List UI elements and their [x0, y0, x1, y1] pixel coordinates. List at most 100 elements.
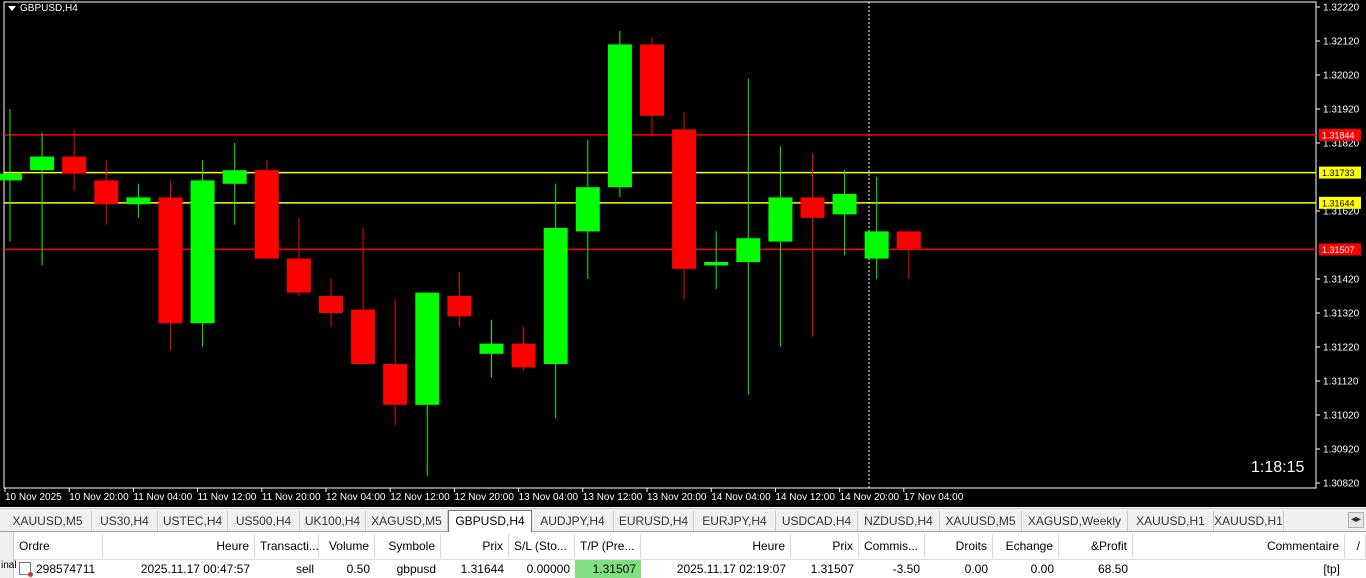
time-tick-label: 13 Nov 12:00 [583, 492, 643, 503]
tab-nzdusd-h4[interactable]: NZDUSD,H4 [858, 511, 940, 531]
time-tick-label: 14 Nov 04:00 [711, 492, 771, 503]
candle-body [30, 156, 55, 171]
price-tick-label: 1.32020 [1323, 71, 1360, 82]
tab-xauusd-m5[interactable]: XAUUSD,M5 [4, 511, 92, 531]
candle-body [126, 197, 151, 205]
price-tick-label: 1.31420 [1323, 275, 1360, 286]
price-tick-label: 1.31020 [1323, 411, 1360, 422]
price-tick-label: 1.31320 [1323, 309, 1360, 320]
column-header[interactable]: Heure [641, 534, 791, 558]
candle-body [896, 231, 921, 249]
tab-gbpusd-h4[interactable]: GBPUSD,H4 [448, 510, 532, 532]
tab-xauusd-m5[interactable]: XAUUSD,M5 [940, 511, 1022, 531]
candle-body [62, 156, 87, 174]
tab-eurjpy-h4[interactable]: EURJPY,H4 [694, 511, 776, 531]
candle-body [158, 197, 183, 324]
column-header[interactable]: Ordre [14, 534, 103, 558]
column-header[interactable]: Prix [791, 534, 859, 558]
candle-body [736, 238, 761, 262]
tab-usdcad-h4[interactable]: USDCAD,H4 [776, 511, 858, 531]
price-tick-label: 1.30920 [1323, 445, 1360, 456]
tab-ustec-h4[interactable]: USTEC,H4 [158, 511, 228, 531]
column-header[interactable]: Commis... [859, 534, 925, 558]
cell-profit: 68.50 [1097, 562, 1128, 576]
time-tick-label: 14 Nov 12:00 [775, 492, 835, 503]
candle-body [575, 187, 600, 232]
tabs-scroll-arrows-icon[interactable]: ◂▸ [1348, 512, 1364, 528]
price-chart[interactable]: 1.32220 1.32120 1.32020 1.31920 1.31820 1.316… [0, 0, 1366, 507]
time-tick-label: 12 Nov 20:00 [454, 492, 514, 503]
column-header[interactable]: / [1345, 534, 1366, 558]
time-tick-label: 14 Nov 20:00 [840, 492, 900, 503]
tab-xagusd-weekly[interactable]: XAGUSD,Weekly [1022, 511, 1128, 531]
candle-body [351, 309, 376, 364]
price-tick-label: 1.31120 [1323, 377, 1359, 388]
price-tick-label: 1.30820 [1323, 479, 1360, 490]
candle-body [479, 343, 504, 354]
candle-body [832, 194, 857, 215]
price-level-tag-label: 1.31733 [1322, 168, 1355, 178]
terminal-panel: inal Ordre Heure Transacti... Volume Symbole… [0, 532, 1366, 578]
tab-xauusd-h1[interactable]: XAUUSD,H1 [1128, 511, 1214, 531]
column-header[interactable]: Prix [441, 534, 509, 558]
candle-body [640, 44, 664, 116]
column-header[interactable]: S/L (Sto... [509, 534, 575, 558]
terminal-header-row: Ordre Heure Transacti... Volume Symbole Prix S… [14, 532, 1366, 560]
tab-us30-h4[interactable]: US30,H4 [92, 511, 158, 531]
candle-body [94, 180, 119, 205]
cell-heure-close: 2025.11.17 02:19:07 [676, 562, 786, 576]
terminal-side-strip: inal [0, 532, 17, 578]
time-tick-label: 11 Nov 04:00 [133, 492, 192, 503]
time-tick-label: 10 Nov 2025 [5, 492, 62, 503]
price-level-tag-label: 1.31644 [1322, 198, 1355, 208]
tab-us500-h4[interactable]: US500,H4 [228, 511, 300, 531]
column-header[interactable]: &Profit [1059, 534, 1133, 558]
price-level-tag-label: 1.31844 [1322, 130, 1355, 140]
candle-body [704, 262, 729, 266]
cell-prix-close: 1.31507 [810, 562, 854, 576]
cell-type: sell [295, 562, 314, 576]
time-tick-label: 12 Nov 04:00 [326, 492, 386, 503]
candle-body [190, 180, 215, 324]
price-tick-label: 1.31920 [1323, 105, 1360, 116]
chart-menu-triangle-icon[interactable] [8, 6, 16, 11]
cell-commission: -3.50 [892, 562, 920, 576]
candle-body [768, 197, 793, 242]
candle-body [864, 231, 889, 259]
bar-countdown: 1:18:15 [1251, 459, 1305, 476]
tab-xauusd-h1[interactable]: XAUUSD,H1 [1214, 511, 1284, 531]
column-header[interactable]: Commentaire [1133, 534, 1345, 558]
cell-sl: 0.00000 [526, 562, 570, 576]
cell-heure-open: 2025.11.17 00:47:57 [140, 562, 250, 576]
time-tick-label: 13 Nov 04:00 [519, 492, 579, 503]
candle-body [415, 292, 440, 405]
candle-body [383, 364, 408, 405]
cell-volume: 0.50 [346, 562, 370, 576]
column-header[interactable]: Transacti... [255, 534, 319, 558]
tab-xagusd-m5[interactable]: XAGUSD,M5 [366, 511, 448, 531]
order-closed-icon [19, 562, 33, 577]
cell-commentaire: [tp] [1323, 562, 1340, 576]
price-tick-label: 1.32120 [1323, 37, 1360, 48]
column-header[interactable]: Heure [103, 534, 255, 558]
cell-tp: 1.31507 [575, 560, 641, 578]
tab-audjpy-h4[interactable]: AUDJPY,H4 [532, 511, 614, 531]
price-tick-label: 1.31220 [1323, 343, 1360, 354]
cell-droits: 0.00 [964, 562, 988, 576]
cell-ordre[interactable]: 298574711 [14, 560, 103, 578]
chart-symbol-text: GBPUSD,H4 [20, 3, 78, 14]
column-header[interactable]: Droits [925, 534, 993, 558]
column-header[interactable]: Echange [993, 534, 1059, 558]
price-tick-label: 1.32220 [1323, 3, 1360, 14]
time-tick-label: 12 Nov 12:00 [390, 492, 450, 503]
tab-eurusd-h4[interactable]: EURUSD,H4 [614, 511, 694, 531]
column-header[interactable]: Volume [319, 534, 375, 558]
column-header[interactable]: T/P (Pre... [575, 534, 641, 558]
candle-body [319, 296, 343, 313]
candle-body [800, 197, 825, 218]
tab-uk100-h4[interactable]: UK100,H4 [300, 511, 366, 531]
time-tick-label: 10 Nov 20:00 [69, 492, 129, 503]
cell-echange: 0.00 [1030, 562, 1054, 576]
column-header[interactable]: Symbole [375, 534, 441, 558]
chart-canvas[interactable]: 1.322201.321201.320201.319201.318201.316… [0, 0, 1366, 507]
